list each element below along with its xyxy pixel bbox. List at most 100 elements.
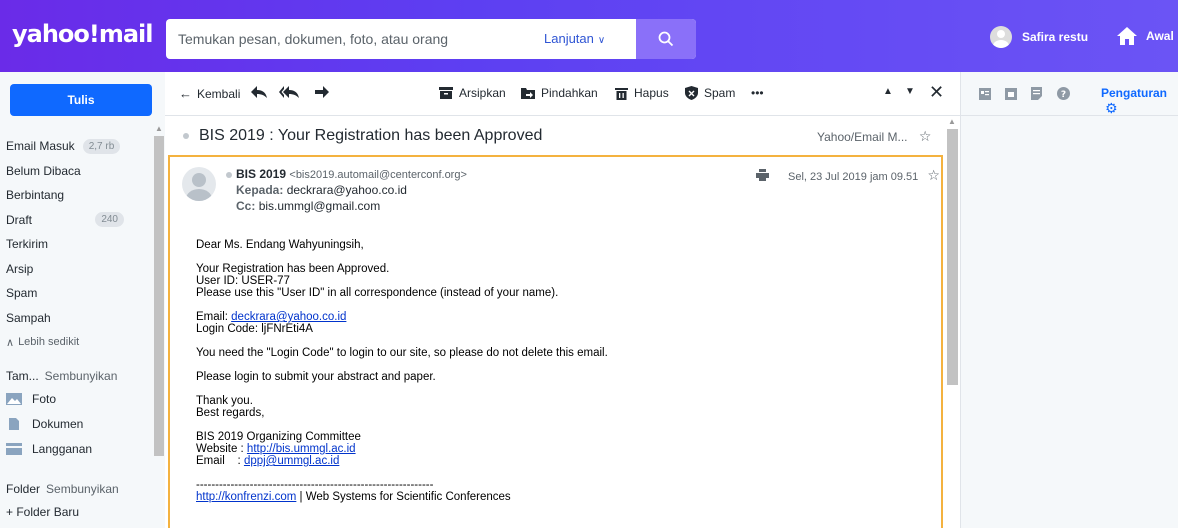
- reply-icon: [251, 86, 267, 98]
- avatar: [990, 26, 1012, 48]
- chevron-up-icon: ∧: [6, 336, 15, 349]
- sidebar-item-starred[interactable]: Berbintang: [6, 183, 146, 208]
- scrollbar-thumb[interactable]: [947, 129, 958, 385]
- documents-label: Dokumen: [32, 417, 84, 431]
- sidebar-item-documents[interactable]: Dokumen: [6, 417, 83, 431]
- sidebar-item-photos[interactable]: Foto: [6, 392, 56, 406]
- message-scrollbar[interactable]: ▲: [945, 117, 960, 528]
- folder-tag[interactable]: Yahoo/Email M... ☆: [817, 128, 931, 145]
- cc-value[interactable]: bis.ummgl@gmail.com: [259, 199, 381, 213]
- sidebar-item-drafts[interactable]: Draft 240: [6, 208, 146, 233]
- sidebar-item-spam[interactable]: Spam: [6, 281, 146, 306]
- advanced-search-button[interactable]: Lanjutan ∨: [544, 31, 605, 46]
- arrow-left-icon: ←: [179, 86, 192, 101]
- folders-title: Folder: [6, 482, 41, 496]
- views-hide-button[interactable]: Sembunyikan: [45, 369, 118, 383]
- body-greeting: Dear Ms. Endang Wahyuningsih,: [196, 239, 364, 251]
- body-signature-block: BIS 2019 Organizing Committee Website : …: [196, 431, 896, 467]
- sidebar-scrollbar[interactable]: ▲: [152, 122, 164, 528]
- sidebar-item-sent[interactable]: Terkirim: [6, 232, 146, 257]
- to-value[interactable]: deckrara@yahoo.co.id: [287, 183, 407, 197]
- read-status-dot[interactable]: [183, 133, 189, 139]
- sidebar-item-unread[interactable]: Belum Dibaca: [6, 159, 146, 184]
- body-line: Please login to submit your abstract and…: [196, 371, 436, 383]
- folder-label: Terkirim: [6, 237, 48, 252]
- email2-label: Email :: [196, 455, 244, 467]
- spam-button[interactable]: Spam: [685, 86, 735, 100]
- compose-button[interactable]: Tulis: [10, 84, 152, 116]
- next-message-button[interactable]: ▼: [905, 86, 915, 97]
- search-button[interactable]: [636, 19, 696, 59]
- search-icon: [658, 31, 674, 47]
- views-section-header[interactable]: Tam... Sembunyikan: [6, 369, 117, 383]
- back-button[interactable]: ← Kembali: [179, 86, 240, 101]
- sender-line[interactable]: BIS 2019 <bis2019.automail@centerconf.or…: [236, 167, 467, 181]
- folders-hide-button[interactable]: Sembunyikan: [46, 482, 119, 496]
- website-label: Website :: [196, 443, 247, 455]
- photos-label: Foto: [32, 392, 57, 406]
- shield-icon: [685, 86, 698, 100]
- views-title: Tam...: [6, 369, 39, 383]
- star-icon[interactable]: ☆: [919, 128, 932, 144]
- sidebar-item-archive[interactable]: Arsip: [6, 257, 146, 282]
- sender-name: BIS 2019: [236, 167, 287, 181]
- sidebar-item-trash[interactable]: Sampah: [6, 306, 146, 331]
- settings-label: Pengaturan: [1101, 86, 1168, 100]
- more-button[interactable]: •••: [751, 86, 764, 100]
- home-button[interactable]: Awal: [1116, 26, 1174, 46]
- body-line: Best regards,: [196, 407, 265, 419]
- move-label: Pindahkan: [541, 86, 598, 100]
- message-body: Dear Ms. Endang Wahyuningsih, Your Regis…: [196, 239, 896, 503]
- previous-message-button[interactable]: ▲: [883, 86, 893, 97]
- star-icon[interactable]: ☆: [927, 167, 940, 183]
- separator-line: ----------------------------------------…: [196, 479, 434, 491]
- folder-label: Draft: [6, 212, 33, 227]
- body-line: http://konfrenzi.com | Web Systems for S…: [196, 491, 896, 503]
- footer-link[interactable]: http://konfrenzi.com: [196, 491, 296, 503]
- folder-label: Sampah: [6, 310, 51, 325]
- folder-list: Email Masuk 2,7 rb Belum Dibaca Berbintan…: [6, 134, 146, 355]
- folder-label: Spam: [6, 286, 38, 301]
- scrollbar-thumb[interactable]: [154, 136, 164, 456]
- help-icon[interactable]: ?: [1057, 87, 1070, 100]
- reply-all-button[interactable]: [279, 86, 305, 98]
- footer-text: | Web Systems for Scientific Conferences: [296, 491, 511, 503]
- reply-button[interactable]: [251, 86, 273, 98]
- email-link[interactable]: deckrara@yahoo.co.id: [231, 311, 346, 323]
- folder-label: Berbintang: [6, 188, 65, 203]
- archive-button[interactable]: Arsipkan: [439, 86, 506, 100]
- read-status-dot[interactable]: [226, 172, 232, 178]
- show-less-toggle[interactable]: ∧ Lebih sedikit: [6, 330, 146, 355]
- website-link[interactable]: http://bis.ummgl.ac.id: [247, 443, 356, 455]
- sidebar: Tulis Email Masuk 2,7 rb Belum Dibaca Ber…: [0, 72, 165, 528]
- email2-link[interactable]: dppj@ummgl.ac.id: [244, 455, 339, 467]
- calendar-icon[interactable]: [1005, 88, 1017, 100]
- print-icon[interactable]: [756, 169, 769, 181]
- forward-button[interactable]: [315, 86, 335, 98]
- recipient-line: Kepada: deckrara@yahoo.co.id: [236, 183, 407, 197]
- sidebar-item-inbox[interactable]: Email Masuk 2,7 rb: [6, 134, 146, 159]
- sidebar-item-subscriptions[interactable]: Langganan: [6, 442, 92, 456]
- yahoo-mail-logo[interactable]: yahoo!mail: [12, 20, 154, 48]
- message-subject: BIS 2019 : Your Registration has been Ap…: [199, 127, 543, 144]
- home-icon: [1117, 27, 1137, 45]
- profile-menu[interactable]: Safira restu: [990, 26, 1088, 48]
- notepad-icon[interactable]: [1031, 87, 1042, 100]
- reply-all-icon: [279, 86, 299, 98]
- sender-avatar[interactable]: [182, 167, 216, 201]
- move-button[interactable]: Pindahkan: [521, 86, 598, 100]
- trash-icon: [615, 87, 628, 100]
- close-button[interactable]: ✕: [929, 82, 944, 103]
- folder-label: Belum Dibaca: [6, 163, 81, 178]
- settings-button[interactable]: Pengaturan ⚙: [1101, 86, 1178, 117]
- unread-count-badge: 2,7 rb: [82, 138, 121, 154]
- new-folder-button[interactable]: + Folder Baru: [6, 505, 79, 519]
- user-name: Safira restu: [1022, 30, 1089, 44]
- archive-label: Arsipkan: [459, 86, 506, 100]
- message-card: BIS 2019 <bis2019.automail@centerconf.or…: [168, 155, 943, 528]
- triangle-up-icon: ▲: [883, 86, 893, 97]
- folders-section-header[interactable]: Folder Sembunyikan: [6, 482, 119, 496]
- delete-button[interactable]: Hapus: [615, 86, 669, 100]
- body-registration-block: Your Registration has been Approved. Use…: [196, 263, 896, 299]
- contacts-icon[interactable]: [979, 88, 991, 100]
